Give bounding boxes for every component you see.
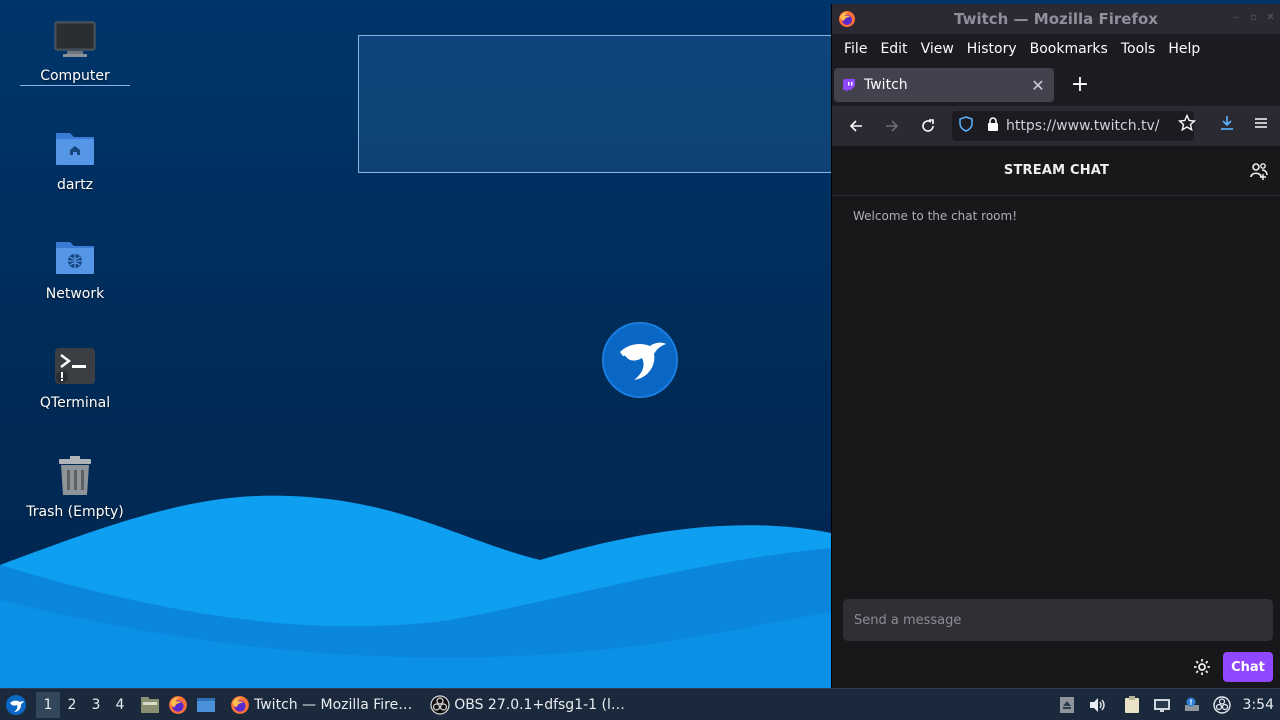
community-users-icon[interactable] bbox=[1249, 161, 1269, 181]
computer-icon bbox=[53, 18, 97, 62]
desktop-icon-label: Network bbox=[45, 286, 105, 302]
forward-icon[interactable] bbox=[880, 114, 904, 138]
twitch-chat-page: STREAM CHAT Welcome to the chat room! Ch… bbox=[832, 146, 1280, 688]
reload-icon[interactable] bbox=[916, 114, 940, 138]
task-label: Twitch — Mozilla Fire… bbox=[254, 696, 413, 713]
file-manager-icon bbox=[141, 696, 159, 713]
hamburger-menu-icon[interactable] bbox=[1252, 114, 1270, 136]
lock-icon[interactable] bbox=[986, 116, 1000, 136]
desktop-icon-trash[interactable]: Trash (Empty) bbox=[20, 454, 130, 520]
downloads-icon[interactable] bbox=[1218, 114, 1236, 136]
network-folder-icon bbox=[53, 236, 97, 280]
new-tab-icon[interactable]: + bbox=[1068, 74, 1092, 96]
selection-rectangle bbox=[358, 35, 838, 173]
url-text: https://www.twitch.tv/ bbox=[1006, 118, 1160, 134]
desktop-icon-label: QTerminal bbox=[39, 395, 111, 411]
twitch-favicon-icon bbox=[842, 78, 856, 92]
network-wired-icon[interactable] bbox=[1152, 695, 1172, 715]
navigation-toolbar: https://www.twitch.tv/ bbox=[832, 106, 1280, 146]
chat-send-button[interactable]: Chat bbox=[1223, 652, 1273, 682]
toolbar-right bbox=[1177, 113, 1270, 136]
firefox-launcher[interactable] bbox=[164, 691, 192, 719]
show-desktop-launcher[interactable] bbox=[192, 691, 220, 719]
clipboard-icon[interactable] bbox=[1122, 695, 1142, 715]
firefox-icon bbox=[230, 695, 250, 715]
window-title: Twitch — Mozilla Firefox bbox=[954, 10, 1158, 28]
menu-bar: File Edit View History Bookmarks Tools H… bbox=[832, 34, 1280, 64]
firefox-icon bbox=[838, 10, 856, 28]
task-obs[interactable]: OBS 27.0.1+dfsg1-1 (l… bbox=[424, 690, 631, 720]
taskbar: 1 2 3 4 Twitch — Mozilla Fire… OBS 27.0.… bbox=[0, 688, 1280, 720]
home-folder-icon bbox=[53, 127, 97, 171]
minimize-icon[interactable]: – bbox=[1231, 12, 1242, 23]
back-icon[interactable] bbox=[844, 114, 868, 138]
workspace-2[interactable]: 2 bbox=[60, 692, 84, 718]
file-manager-launcher[interactable] bbox=[136, 691, 164, 719]
chat-welcome-message: Welcome to the chat room! bbox=[853, 209, 1018, 223]
workspace-1[interactable]: 1 bbox=[36, 691, 60, 718]
chat-settings-gear-icon[interactable] bbox=[1192, 657, 1212, 677]
task-firefox[interactable]: Twitch — Mozilla Fire… bbox=[224, 690, 418, 720]
menu-view[interactable]: View bbox=[921, 41, 965, 57]
menu-file[interactable]: File bbox=[844, 41, 878, 57]
desktop-icon-label: Computer bbox=[20, 68, 130, 86]
desktop-icon-label: Trash (Empty) bbox=[26, 504, 124, 520]
obs-icon bbox=[430, 694, 450, 715]
tracking-protection-shield-icon[interactable] bbox=[958, 116, 974, 136]
workspace-4[interactable]: 4 bbox=[108, 692, 132, 718]
desktop-icon-label: dartz bbox=[56, 177, 94, 193]
firefox-icon bbox=[169, 695, 187, 714]
menu-tools[interactable]: Tools bbox=[1121, 41, 1167, 57]
url-bar[interactable]: https://www.twitch.tv/ bbox=[952, 111, 1194, 141]
tab-twitch[interactable]: Twitch ✕ bbox=[834, 68, 1054, 102]
desktop-icon-computer[interactable]: Computer bbox=[20, 18, 130, 86]
update-notifier-icon[interactable] bbox=[1182, 695, 1202, 715]
close-window-icon[interactable]: ✕ bbox=[1265, 12, 1276, 23]
desktop-icon-qterminal[interactable]: QTerminal bbox=[20, 345, 130, 411]
tray-eject-icon[interactable] bbox=[1057, 695, 1077, 715]
tab-bar: Twitch ✕ + bbox=[832, 64, 1280, 106]
system-tray: 3:54 bbox=[1052, 689, 1280, 720]
clock[interactable]: 3:54 bbox=[1243, 697, 1274, 713]
chat-header: STREAM CHAT bbox=[832, 146, 1280, 196]
desktop-icon-home[interactable]: dartz bbox=[20, 127, 130, 193]
firefox-window: Twitch — Mozilla Firefox – ▫ ✕ File Edit… bbox=[831, 4, 1280, 688]
menu-bookmarks[interactable]: Bookmarks bbox=[1030, 41, 1119, 57]
menu-history[interactable]: History bbox=[967, 41, 1028, 57]
chat-message-input[interactable] bbox=[843, 599, 1273, 641]
task-label: OBS 27.0.1+dfsg1-1 (l… bbox=[454, 696, 625, 713]
volume-icon[interactable] bbox=[1087, 695, 1107, 715]
window-controls: – ▫ ✕ bbox=[1231, 12, 1276, 23]
show-desktop-icon bbox=[197, 697, 215, 712]
terminal-icon bbox=[53, 345, 97, 389]
maximize-icon[interactable]: ▫ bbox=[1248, 12, 1259, 23]
lubuntu-logo bbox=[602, 322, 678, 398]
bookmark-star-icon[interactable] bbox=[1177, 113, 1197, 136]
close-tab-icon[interactable]: ✕ bbox=[1030, 76, 1046, 95]
tab-title: Twitch bbox=[864, 77, 908, 93]
start-menu-button[interactable] bbox=[2, 691, 30, 719]
lubuntu-start-icon bbox=[6, 694, 26, 715]
workspace-3[interactable]: 3 bbox=[84, 692, 108, 718]
chat-title: STREAM CHAT bbox=[1003, 163, 1110, 178]
menu-help[interactable]: Help bbox=[1168, 41, 1211, 57]
window-titlebar[interactable]: Twitch — Mozilla Firefox – ▫ ✕ bbox=[832, 4, 1280, 34]
desktop-icon-network[interactable]: Network bbox=[20, 236, 130, 302]
obs-tray-icon[interactable] bbox=[1212, 695, 1232, 715]
menu-edit[interactable]: Edit bbox=[880, 41, 918, 57]
trash-icon bbox=[53, 454, 97, 498]
